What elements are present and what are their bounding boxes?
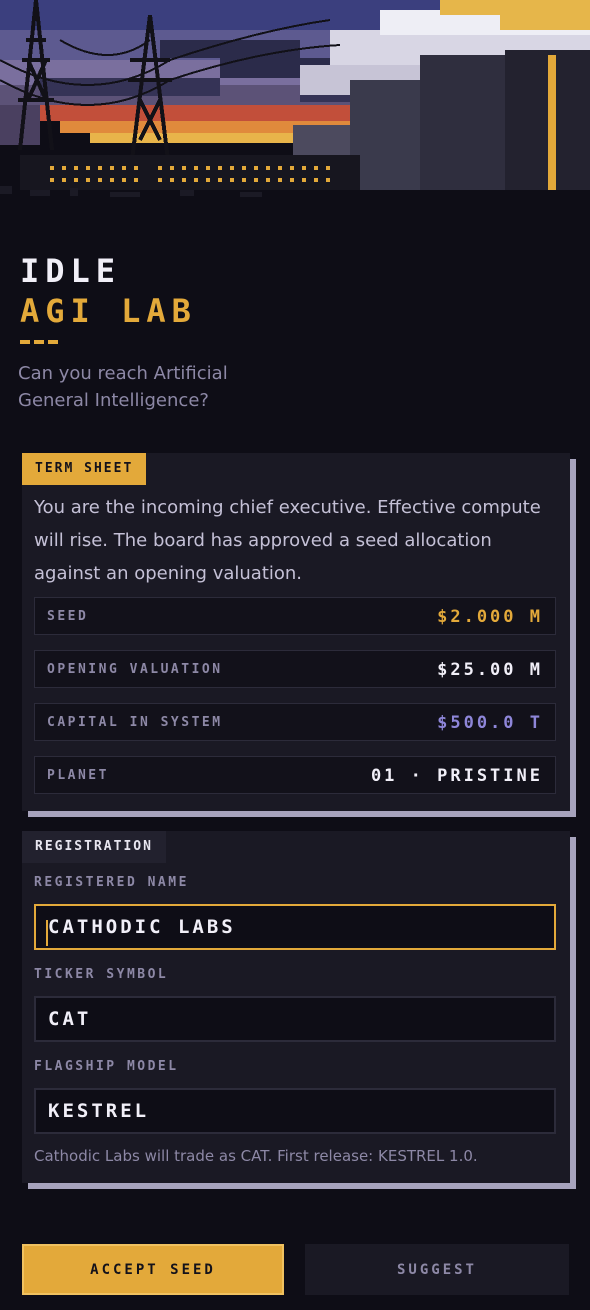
stat-value: $25.00 M (437, 660, 543, 680)
subtitle: Can you reach Artificial General Intelli… (18, 363, 228, 411)
registered-name-label: REGISTERED NAME (34, 875, 189, 890)
stat-value: 01 · PRISTINE (370, 766, 543, 786)
flagship-model-input[interactable] (34, 1088, 556, 1134)
text-caret (46, 920, 48, 946)
suggest-button[interactable]: SUGGEST (305, 1244, 569, 1295)
registered-name-input[interactable] (34, 904, 556, 950)
stat-label: PLANET (47, 768, 109, 783)
title-line-2: AGI LAB (20, 292, 197, 330)
hero-illustration (0, 0, 590, 225)
stat-row-capital-in-system: CAPITAL IN SYSTEM $500.0 T (34, 703, 556, 741)
stat-label: OPENING VALUATION (47, 662, 223, 677)
stat-label: CAPITAL IN SYSTEM (47, 715, 223, 730)
ticker-symbol-label: TICKER SYMBOL (34, 967, 169, 982)
term-sheet-description: You are the incoming chief executive. Ef… (34, 497, 541, 584)
registration-tab: REGISTRATION (22, 831, 166, 863)
registration-hint: Cathodic Labs will trade as CAT. First r… (34, 1147, 478, 1165)
title-divider (20, 340, 58, 344)
title-line-1: IDLE (20, 252, 122, 290)
registration-panel: REGISTRATION REGISTERED NAME TICKER SYMB… (22, 831, 570, 1183)
stat-row-planet: PLANET 01 · PRISTINE (34, 756, 556, 794)
term-sheet-panel: TERM SHEET You are the incoming chief ex… (22, 453, 570, 811)
ticker-symbol-input[interactable] (34, 996, 556, 1042)
stat-label: SEED (47, 609, 89, 624)
stat-row-opening-valuation: OPENING VALUATION $25.00 M (34, 650, 556, 688)
accept-seed-button[interactable]: ACCEPT SEED (22, 1244, 284, 1295)
flagship-model-label: FLAGSHIP MODEL (34, 1059, 179, 1074)
stat-value: $500.0 T (437, 713, 543, 733)
stat-row-seed: SEED $2.000 M (34, 597, 556, 635)
term-sheet-tab: TERM SHEET (22, 453, 147, 485)
stat-value: $2.000 M (437, 607, 543, 627)
